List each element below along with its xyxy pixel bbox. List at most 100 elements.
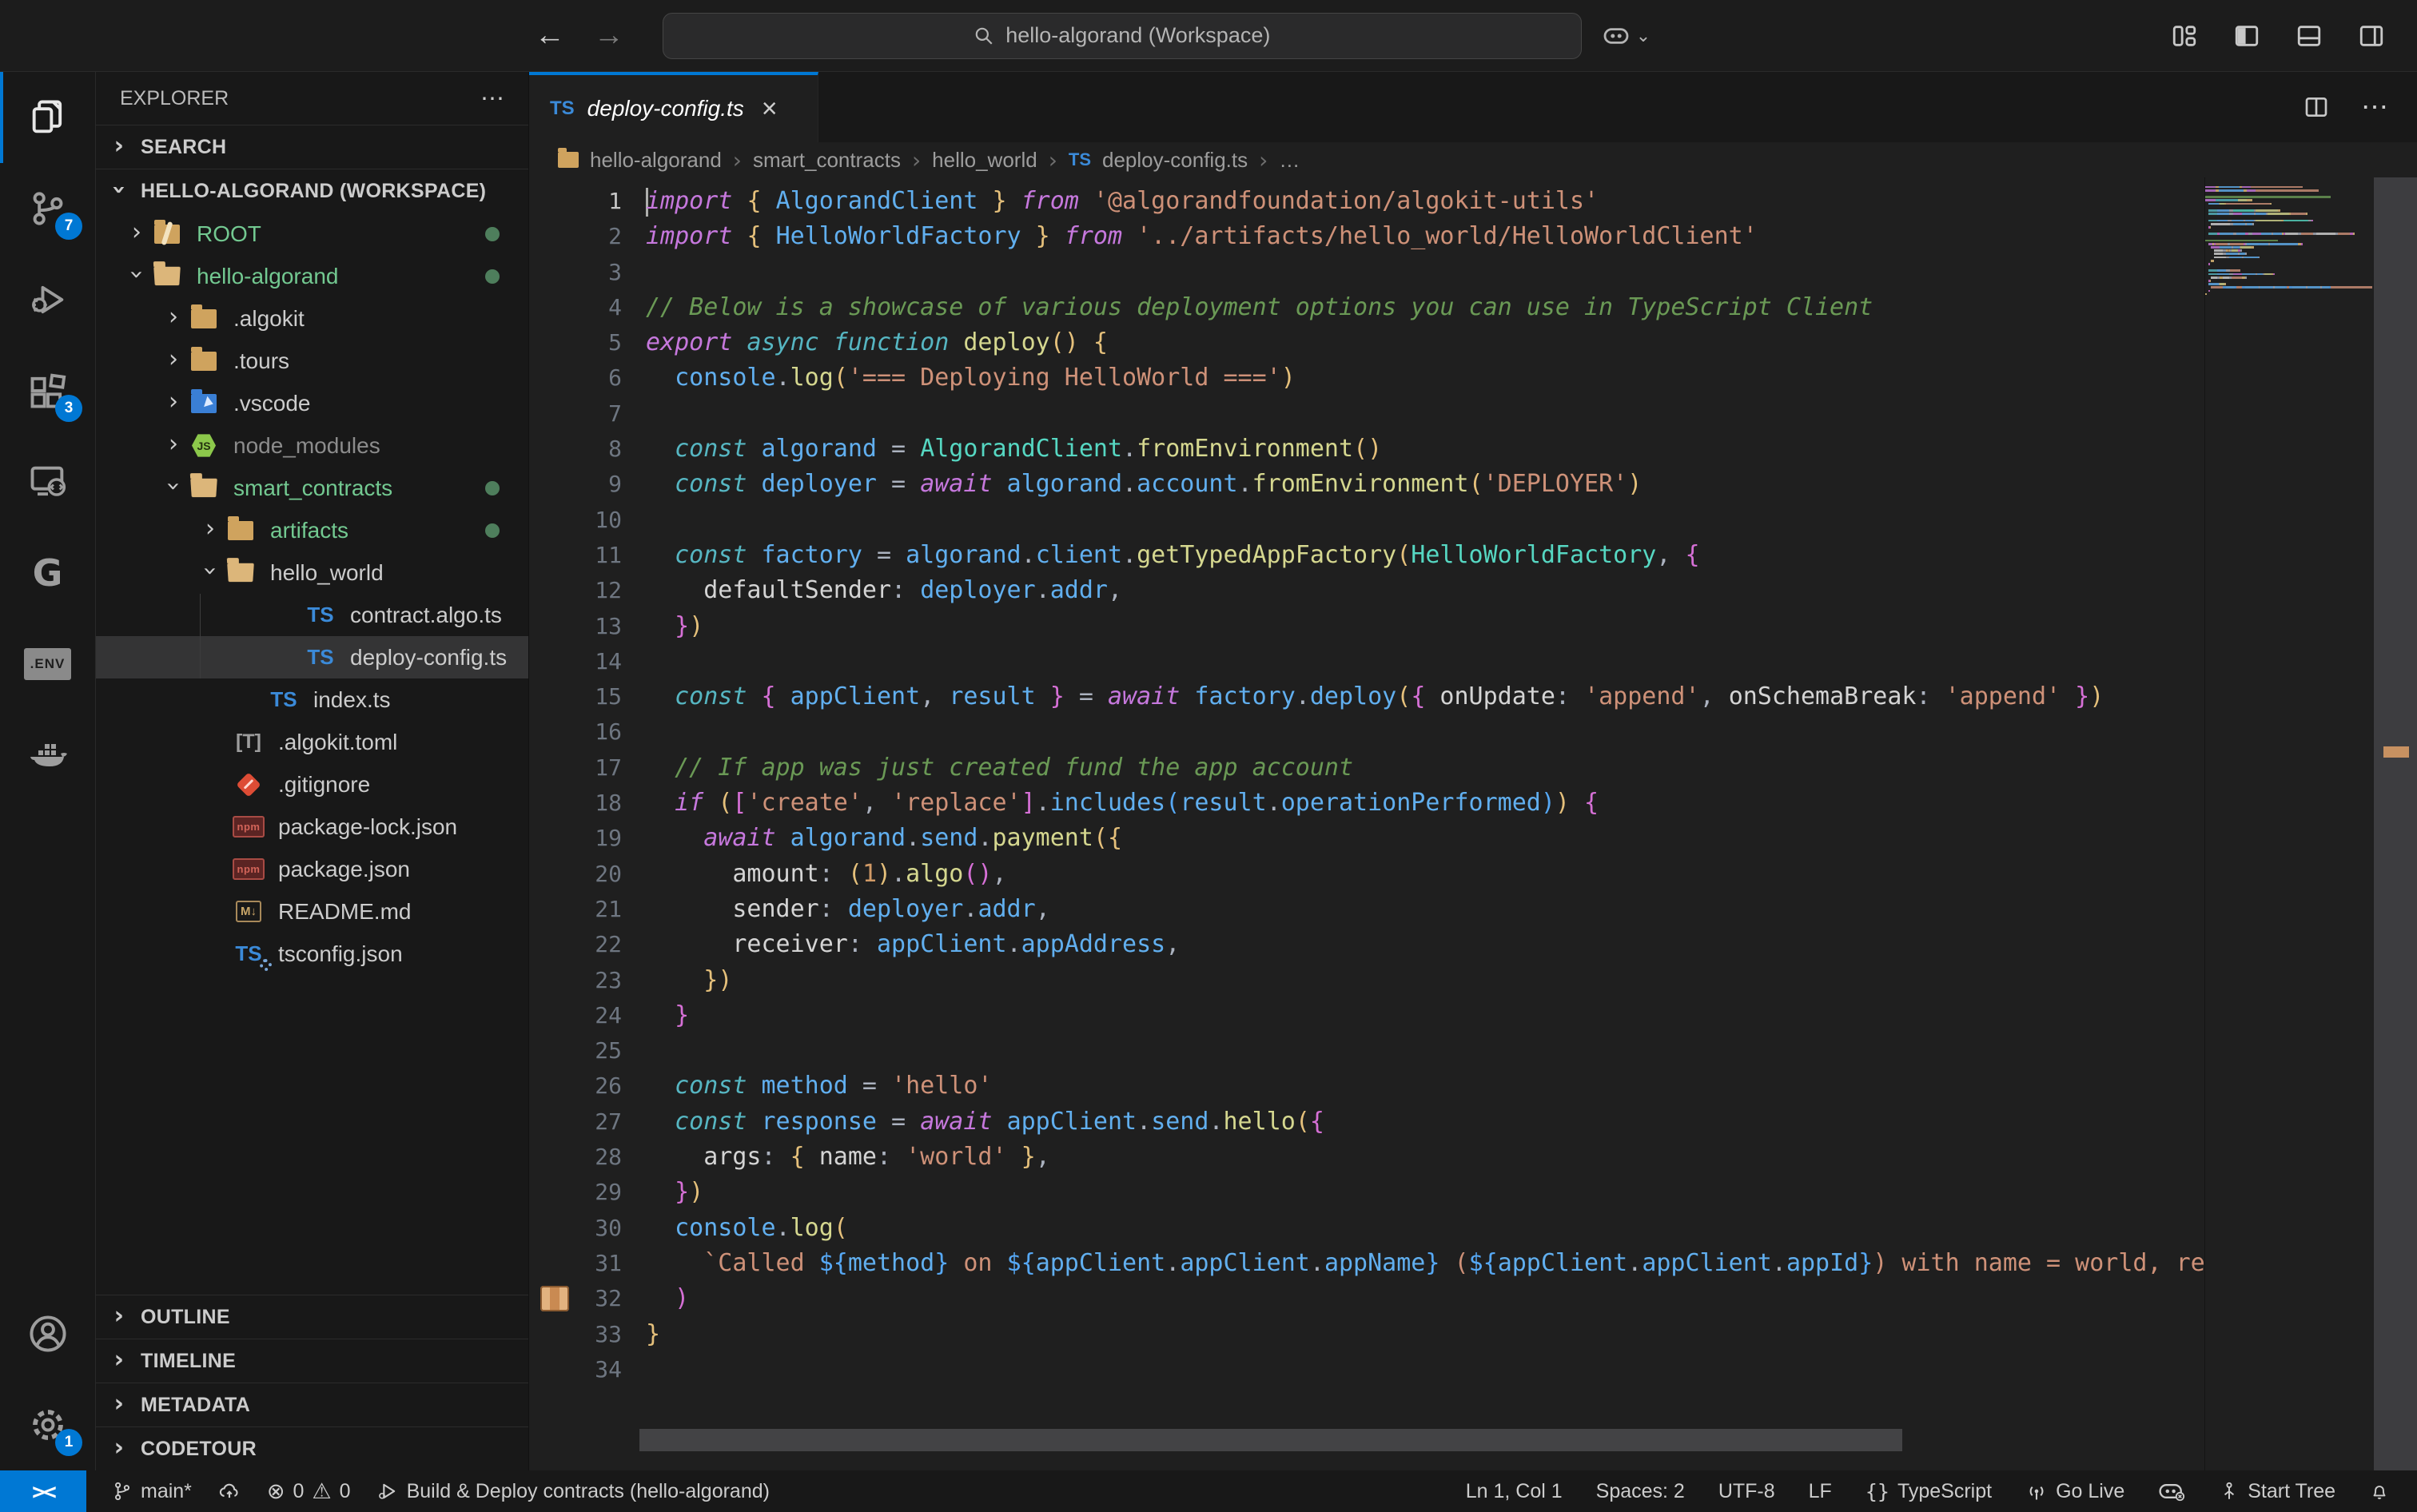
section-metadata[interactable]: › METADATA [96, 1383, 528, 1426]
activitybar-docker[interactable] [0, 710, 95, 801]
remote-indicator[interactable]: >< [0, 1470, 86, 1512]
code-line[interactable]: 33} [529, 1317, 2204, 1352]
task-status[interactable]: Build & Deploy contracts (hello-algorand… [376, 1480, 770, 1503]
code-line[interactable]: 26 const method = 'hello' [529, 1068, 2204, 1104]
tree-item-package.json[interactable]: npmpackage.json [96, 848, 528, 890]
activitybar-gitlens[interactable]: G [0, 527, 95, 619]
tree-item-.gitignore[interactable]: .gitignore [96, 763, 528, 806]
code-line[interactable]: 20 amount: (1).algo(), [529, 857, 2204, 892]
breadcrumb-item[interactable]: deploy-config.ts [1102, 148, 1248, 173]
code-line[interactable]: 34 [529, 1352, 2204, 1387]
code-line[interactable]: 19 await algorand.send.payment({ [529, 821, 2204, 856]
code-line[interactable]: 13 }) [529, 609, 2204, 644]
customize-layout-icon[interactable] [2171, 22, 2198, 50]
tree-item-deploy-config.ts[interactable]: TSdeploy-config.ts [96, 636, 528, 678]
tree-item-contract.algo.ts[interactable]: TScontract.algo.ts [96, 594, 528, 636]
copilot-menu-button[interactable]: ⌄ [1603, 25, 1650, 47]
tree-item-.algokit[interactable]: ›.algokit [96, 297, 528, 340]
section-codetour[interactable]: › CODETOUR [96, 1426, 528, 1470]
language-status[interactable]: {} TypeScript [1866, 1480, 1992, 1503]
code-line[interactable]: 8 const algorand = AlgorandClient.fromEn… [529, 432, 2204, 467]
breadcrumb-item[interactable]: hello-algorand [590, 148, 722, 173]
explorer-more-actions-icon[interactable]: ⋯ [480, 85, 504, 113]
tree-item-hello_world[interactable]: ›hello_world [96, 551, 528, 594]
breadcrumb-item[interactable]: … [1279, 148, 1300, 173]
code-line[interactable]: 32 ) [529, 1281, 2204, 1316]
code-line[interactable]: 7 [529, 396, 2204, 432]
cursor-position-status[interactable]: Ln 1, Col 1 [1466, 1480, 1563, 1503]
code-line[interactable]: 30 console.log( [529, 1211, 2204, 1246]
activitybar-run-debug[interactable] [0, 254, 95, 345]
code-editor[interactable]: 1import { AlgorandClient } from '@algora… [529, 177, 2417, 1470]
activitybar-dotenv[interactable]: .ENV [0, 619, 95, 710]
indentation-status[interactable]: Spaces: 2 [1596, 1480, 1685, 1503]
code-line[interactable]: 27 const response = await appClient.send… [529, 1104, 2204, 1140]
tree-item-index.ts[interactable]: TSindex.ts [96, 678, 528, 721]
code-line[interactable]: 14 [529, 644, 2204, 679]
sync-changes-button[interactable] [217, 1480, 241, 1502]
code-line[interactable]: 25 [529, 1033, 2204, 1068]
activitybar-source-control[interactable]: 7 [0, 163, 95, 254]
encoding-status[interactable]: UTF-8 [1718, 1480, 1775, 1503]
code-line[interactable]: 29 }) [529, 1175, 2204, 1210]
problems-status[interactable]: ⊗ 0 ⚠ 0 [267, 1479, 351, 1504]
section-outline[interactable]: › OUTLINE [96, 1295, 528, 1339]
code-line[interactable]: 10 [529, 503, 2204, 538]
code-line[interactable]: 18 if (['create', 'replace'].includes(re… [529, 786, 2204, 821]
tab-close-icon[interactable]: × [762, 94, 778, 125]
code-line[interactable]: 4// Below is a showcase of various deplo… [529, 290, 2204, 325]
tab-deploy-config[interactable]: TS deploy-config.ts × [529, 72, 818, 142]
code-line[interactable]: 5export async function deploy() { [529, 325, 2204, 360]
code-line[interactable]: 15 const { appClient, result } = await f… [529, 679, 2204, 714]
go-live-button[interactable]: Go Live [2025, 1480, 2124, 1503]
copilot-status[interactable] [2158, 1480, 2185, 1502]
code-line[interactable]: 1import { AlgorandClient } from '@algora… [529, 184, 2204, 219]
tree-item-artifacts[interactable]: ›artifacts [96, 509, 528, 551]
horizontal-scrollbar[interactable] [639, 1429, 1902, 1451]
code-line[interactable]: 28 args: { name: 'world' }, [529, 1140, 2204, 1175]
activitybar-accounts[interactable] [0, 1288, 95, 1379]
activitybar-explorer[interactable] [0, 72, 95, 163]
vertical-scrollbar[interactable] [2374, 177, 2417, 1470]
toggle-primary-sidebar-icon[interactable] [2233, 22, 2260, 50]
forward-button[interactable]: → [579, 18, 639, 53]
tree-item-smart_contracts[interactable]: ›smart_contracts [96, 467, 528, 509]
code-line[interactable]: 3 [529, 255, 2204, 290]
activitybar-extensions[interactable]: 3 [0, 345, 95, 436]
split-editor-icon[interactable] [2304, 94, 2329, 120]
code-line[interactable]: 12 defaultSender: deployer.addr, [529, 573, 2204, 608]
code-line[interactable]: 2import { HelloWorldFactory } from '../a… [529, 219, 2204, 254]
code-line[interactable]: 9 const deployer = await algorand.accoun… [529, 467, 2204, 502]
code-line[interactable]: 22 receiver: appClient.appAddress, [529, 927, 2204, 962]
section-search[interactable]: › SEARCH [96, 125, 528, 169]
section-workspace[interactable]: › HELLO-ALGORAND (WORKSPACE) [96, 169, 528, 213]
code-line[interactable]: 31 `Called ${method} on ${appClient.appC… [529, 1246, 2204, 1281]
code-line[interactable]: 23 }) [529, 963, 2204, 998]
codetour-marker-icon[interactable] [540, 1286, 569, 1311]
code-line[interactable]: 11 const factory = algorand.client.getTy… [529, 538, 2204, 573]
start-tree-button[interactable]: Start Tree [2219, 1480, 2335, 1503]
tree-item-package-lock.json[interactable]: npmpackage-lock.json [96, 806, 528, 848]
toggle-secondary-sidebar-icon[interactable] [2358, 22, 2385, 50]
command-center-search[interactable]: hello-algorand (Workspace) [663, 13, 1582, 59]
tree-item-.vscode[interactable]: ›.vscode [96, 382, 528, 424]
code-line[interactable]: 6 console.log('=== Deploying HelloWorld … [529, 360, 2204, 396]
breadcrumb-item[interactable]: smart_contracts [753, 148, 901, 173]
editor-more-actions-icon[interactable]: ⋯ [2361, 91, 2388, 123]
tree-item-tsconfig.json[interactable]: TStsconfig.json [96, 933, 528, 975]
tree-item-README.md[interactable]: M↓README.md [96, 890, 528, 933]
code-line[interactable]: 16 [529, 714, 2204, 750]
notifications-button[interactable] [2369, 1480, 2390, 1502]
tree-item-.tours[interactable]: ›.tours [96, 340, 528, 382]
tree-item-ROOT[interactable]: ›ROOT [96, 213, 528, 255]
branch-status[interactable]: main* [112, 1480, 192, 1503]
section-timeline[interactable]: › TIMELINE [96, 1339, 528, 1383]
code-line[interactable]: 17 // If app was just created fund the a… [529, 750, 2204, 786]
back-button[interactable]: ← [520, 18, 579, 53]
tree-item-node_modules[interactable]: ›JSnode_modules [96, 424, 528, 467]
tree-item-hello-algorand[interactable]: ›hello-algorand [96, 255, 528, 297]
activitybar-remote-explorer[interactable] [0, 436, 95, 527]
eol-status[interactable]: LF [1809, 1480, 1832, 1503]
minimap[interactable] [2204, 177, 2374, 1470]
breadcrumb-item[interactable]: hello_world [932, 148, 1037, 173]
